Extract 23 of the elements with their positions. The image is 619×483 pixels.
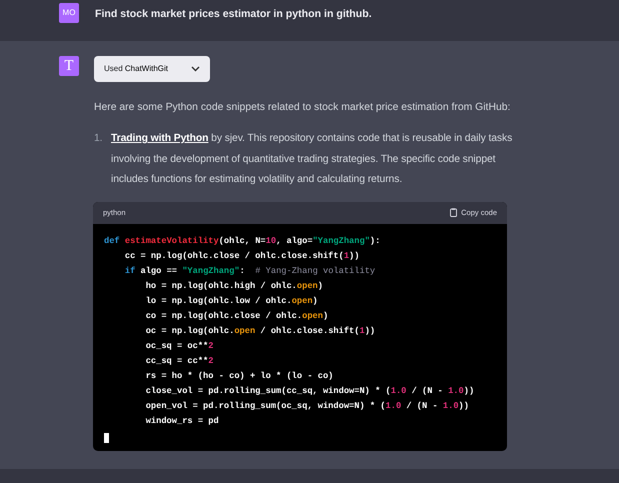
clipboard-icon [450, 208, 458, 217]
code-line: def estimateVolatility(ohlc, N=10, algo="YangZhang"): [104, 234, 380, 248]
code-line: cc = np.log(ohlc.close / ohlc.close.shift(1)) [124, 250, 360, 262]
code-line: if algo == "YangZhang": # Yang-Zhang volatility [124, 264, 376, 278]
code-line: rs = ho * (ho - co) + lo * (lo - co) [144, 370, 334, 382]
code-line: oc_sq = oc**2 [144, 340, 214, 352]
paragraph: Here are some Python code snippets related to stock market price estimation from GitHub: [94, 101, 512, 115]
code-line: co = np.log(ohlc.close / ohlc.open) [144, 310, 328, 322]
code-line: close_vol = pd.rolling_sum(cc_sq, window=N) * (1.0 / (N - 1.0)) [144, 384, 474, 398]
list-item-text: Trading with Python by sjev. This repository contains code that is reusable in daily tasks involving the development of quantitative trading strategies. The specific code snippet includes functions for estimating volatility and calculating returns. [111, 132, 514, 187]
code-line: lo = np.log(ohlc.low / ohlc.open) [144, 294, 318, 308]
chevron-icon [191, 66, 200, 72]
user-avatar: MO [59, 3, 79, 23]
code-line: window_rs = pd [144, 414, 219, 428]
code-line: cc_sq = cc**2 [144, 354, 214, 368]
code-line: ho = np.log(ohlc.high / ohlc.open) [144, 280, 323, 292]
list-number: 1. [94, 132, 104, 146]
link[interactable]: Trading with Python [111, 133, 208, 144]
plugin-dropdown[interactable]: Used ChatWithGit [94, 56, 210, 82]
user-message: Find stock market prices estimator in python in github. [95, 7, 372, 22]
code-line: open_vol = pd.rolling_sum(oc_sq, window=N) * (1.0 / (N - 1.0)) [144, 400, 469, 412]
code-line: oc = np.log(ohlc.open / ohlc.close.shift(1)) [144, 324, 376, 338]
assistant-avatar: T [59, 56, 79, 76]
